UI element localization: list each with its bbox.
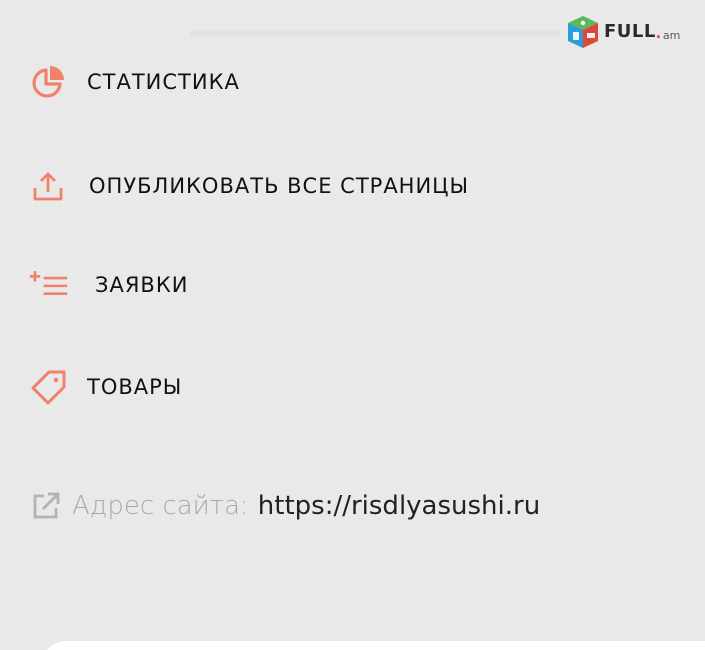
menu-item-goods[interactable]: ТОВАРЫ <box>28 367 182 407</box>
cube-logo-icon <box>565 14 601 50</box>
add-list-icon <box>28 265 68 305</box>
menu-item-label: ТОВАРЫ <box>87 375 183 399</box>
menu-item-publish-all[interactable]: ОПУБЛИКОВАТЬ ВСЕ СТРАНИЦЫ <box>28 166 469 206</box>
bottom-panel <box>42 641 705 650</box>
pie-chart-icon <box>28 62 68 102</box>
upload-icon <box>28 166 68 206</box>
tag-icon <box>28 367 68 407</box>
menu-item-requests[interactable]: ЗАЯВКИ <box>28 265 188 305</box>
logo-tld: am <box>662 28 681 42</box>
page: FULL . am СТАТИСТИКА ОПУБЛИКОВАТЬ ВСЕ СТ… <box>0 0 705 650</box>
external-link-icon[interactable] <box>30 490 62 522</box>
menu-item-label: ЗАЯВКИ <box>95 273 189 297</box>
site-address-label: Адрес сайта: <box>72 491 249 521</box>
site-address: Адрес сайта: https://risdlyasushi.ru <box>30 490 540 522</box>
site-url-link[interactable]: https://risdlyasushi.ru <box>258 491 540 521</box>
logo-brand: FULL <box>604 21 656 42</box>
divider <box>190 30 560 36</box>
menu-item-label: ОПУБЛИКОВАТЬ ВСЕ СТРАНИЦЫ <box>89 174 470 198</box>
menu-item-statistics[interactable]: СТАТИСТИКА <box>28 62 240 102</box>
logo-dot: . <box>655 21 661 42</box>
menu-item-label: СТАТИСТИКА <box>87 70 240 94</box>
full-am-logo[interactable]: FULL . am <box>565 12 700 52</box>
